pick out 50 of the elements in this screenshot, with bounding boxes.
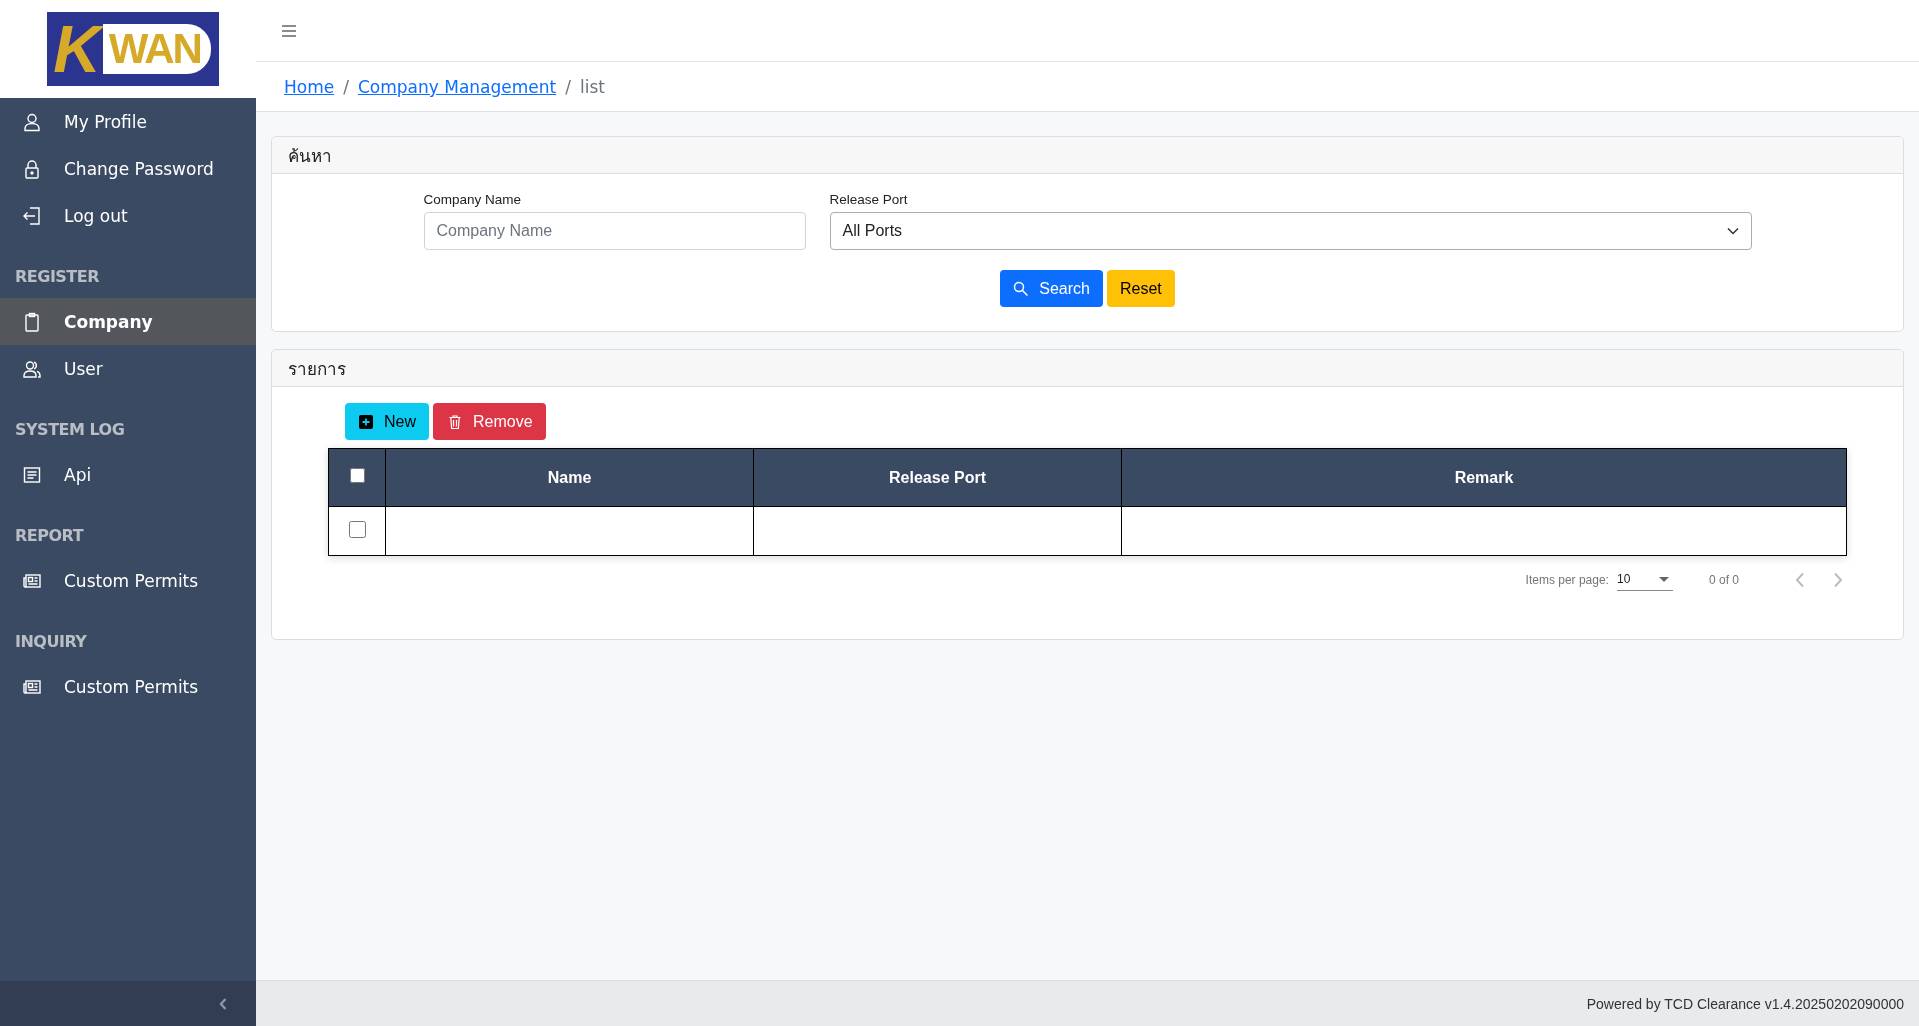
collapse-chevron-icon[interactable]	[218, 996, 228, 1011]
sidebar-item[interactable]: My Profile	[0, 98, 256, 145]
footer-text: Powered by TCD Clearance v1.4.20250202090000	[1586, 995, 1904, 1012]
nav-section-heading: SYSTEM LOG	[14, 419, 126, 441]
card-title: รายการ	[288, 358, 346, 381]
sidebar-item[interactable]: Api	[0, 451, 256, 498]
remove-button[interactable]: Remove	[433, 403, 546, 440]
page-range: 0 of 0	[1708, 572, 1739, 587]
chevron-down-icon	[1726, 227, 1739, 235]
breadcrumb-link[interactable]: Home	[284, 76, 335, 97]
sidebar-item[interactable]: Log out	[0, 192, 256, 239]
release-port-dropdown[interactable]: All Ports	[829, 212, 1752, 250]
sidebar-item[interactable]: Custom Permits	[0, 557, 256, 604]
users-icon	[22, 358, 42, 379]
field-label: Company Name	[423, 192, 523, 207]
logo: KWAN	[47, 12, 219, 86]
breadcrumb-link[interactable]: Company Management	[357, 76, 557, 97]
select-all-checkbox[interactable]	[349, 468, 365, 483]
reset-button[interactable]: Reset	[1106, 270, 1175, 307]
column-header: Remark	[1121, 448, 1847, 507]
nav-section-heading: INQUIRY	[14, 631, 88, 653]
breadcrumb-separator: /	[343, 76, 349, 97]
search-icon	[1013, 280, 1030, 297]
lock-icon	[22, 158, 42, 179]
field-label: Release Port	[829, 192, 909, 207]
breadcrumb-current: list	[579, 76, 605, 97]
dropdown-triangle-icon	[1658, 576, 1669, 582]
nav-section-heading: REPORT	[14, 525, 85, 547]
document-icon	[22, 464, 42, 485]
breadcrumb-separator: /	[565, 76, 571, 97]
new-button[interactable]: New	[345, 403, 429, 440]
items-per-page-label: Items per page:	[1525, 572, 1609, 587]
sidebar-item[interactable]: Company	[0, 298, 256, 345]
logout-icon	[22, 205, 42, 226]
company-name-field[interactable]: Company Name	[423, 212, 806, 250]
row-checkbox[interactable]	[348, 520, 366, 538]
clipboard-icon	[22, 311, 42, 332]
column-header: Release Port	[753, 448, 1122, 507]
person-icon	[22, 111, 42, 132]
search-button[interactable]: Search	[1000, 270, 1103, 307]
sidebar-item[interactable]: Custom Permits	[0, 663, 256, 710]
plus-square-icon	[358, 413, 374, 430]
nav-section-heading: REGISTER	[14, 266, 101, 288]
menu-icon[interactable]	[281, 23, 297, 38]
card-title: ค้นหา	[288, 145, 332, 168]
trash-icon	[447, 413, 463, 430]
sidebar-item[interactable]: Change Password	[0, 145, 256, 192]
column-header: Name	[385, 448, 754, 507]
sidebar-item[interactable]: User	[0, 345, 256, 392]
page-size-dropdown[interactable]: 10	[1616, 568, 1673, 591]
